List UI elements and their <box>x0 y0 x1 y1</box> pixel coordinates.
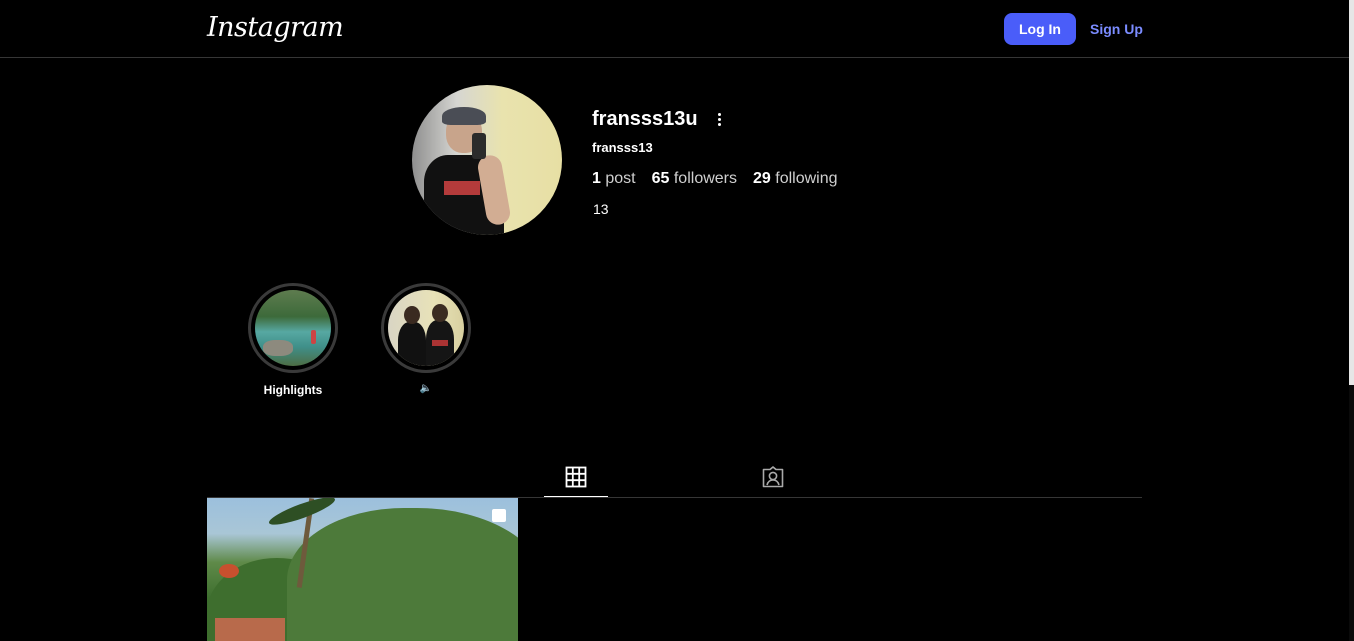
posts-label: post <box>605 170 636 187</box>
profile-full-name: fransss13 <box>592 140 653 155</box>
followers-stat[interactable]: 65 followers <box>652 170 737 188</box>
profile-avatar[interactable] <box>412 85 562 235</box>
highlight-label: 🔈 <box>419 383 433 394</box>
story-highlight[interactable]: 🔈 <box>381 283 471 399</box>
top-header: Instagram Log In Sign Up <box>0 0 1349 58</box>
login-button[interactable]: Log In <box>1004 13 1076 45</box>
highlight-ring[interactable] <box>381 283 471 373</box>
tagged-icon <box>762 466 784 488</box>
multiple-photos-icon <box>492 509 506 522</box>
posts-count: 1 <box>592 170 601 187</box>
following-label: following <box>775 170 838 187</box>
profile-page: Instagram Log In Sign Up fransss13u fran… <box>0 0 1354 641</box>
highlight-cover <box>388 290 464 366</box>
highlight-cover <box>255 290 331 366</box>
following-count: 29 <box>753 170 771 187</box>
followers-count: 65 <box>651 170 670 187</box>
followers-label: followers <box>673 170 737 187</box>
highlight-label: Highlights <box>263 383 323 397</box>
following-stat[interactable]: 29 following <box>753 170 838 188</box>
tab-tagged[interactable] <box>741 458 805 496</box>
signup-link[interactable]: Sign Up <box>1090 13 1143 45</box>
profile-stats: 1 post 65 followers 29 following <box>592 170 838 188</box>
scrollbar-thumb[interactable] <box>1349 0 1354 385</box>
posts-stat: 1 post <box>592 170 636 188</box>
tab-posts[interactable] <box>544 458 608 498</box>
highlight-ring[interactable] <box>248 283 338 373</box>
story-highlight[interactable]: Highlights <box>248 283 338 399</box>
instagram-logo[interactable]: Instagram <box>207 12 344 43</box>
grid-icon <box>565 466 587 488</box>
profile-username: fransss13u <box>592 108 698 130</box>
more-options-icon[interactable] <box>712 110 726 128</box>
profile-bio: 13 <box>593 201 609 217</box>
post-thumbnail[interactable] <box>207 498 518 641</box>
